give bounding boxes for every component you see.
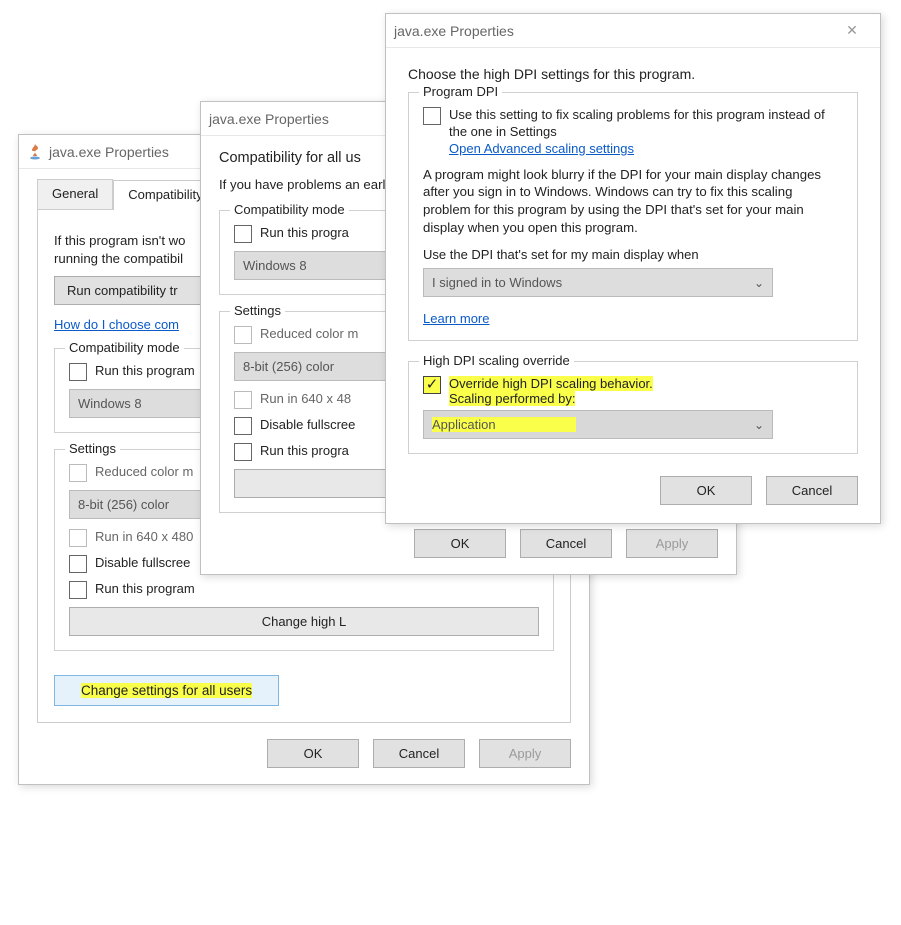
use-setting-label: Use this setting to fix scaling problems… (449, 107, 843, 141)
titlebar[interactable]: java.exe Properties ✕ (386, 14, 880, 48)
disable-fullscreen-label: Disable fullscree (260, 417, 355, 432)
run640-checkbox (69, 529, 87, 547)
compat-os-value: Windows 8 (78, 396, 142, 411)
disable-fullscreen-checkbox[interactable] (69, 555, 87, 573)
cancel-button[interactable]: Cancel (520, 529, 612, 558)
override-checkbox[interactable] (423, 376, 441, 394)
run-as-admin-label: Run this program (95, 581, 195, 596)
run640-checkbox (234, 391, 252, 409)
compat-os-value: Windows 8 (243, 258, 307, 273)
title-text: java.exe Properties (49, 144, 169, 160)
use-dpi-label: Use the DPI that's set for my main displ… (423, 247, 843, 262)
run-as-admin-checkbox[interactable] (69, 581, 87, 599)
title-text: java.exe Properties (209, 111, 329, 127)
scaling-select[interactable]: Application (423, 410, 773, 439)
settings-legend: Settings (65, 441, 120, 456)
scaling-value: Application (432, 417, 576, 432)
high-dpi-dialog: java.exe Properties ✕ Choose the high DP… (385, 13, 881, 524)
ok-button[interactable]: OK (414, 529, 506, 558)
compat-mode-checkbox[interactable] (69, 363, 87, 381)
disable-fullscreen-checkbox[interactable] (234, 417, 252, 435)
compat-mode-legend: Compatibility mode (230, 202, 349, 217)
reduced-color-checkbox (234, 326, 252, 344)
override-line2: Scaling performed by: (449, 391, 575, 406)
when-signed-value: I signed in to Windows (432, 275, 562, 290)
program-dpi-legend: Program DPI (419, 84, 502, 99)
color-value: 8-bit (256) color (243, 359, 334, 374)
compat-mode-label: Run this program (95, 363, 195, 378)
change-highdpi-button[interactable]: Change high L (69, 607, 539, 636)
program-dpi-group: Program DPI Use this setting to fix scal… (408, 92, 858, 341)
apply-button: Apply (479, 739, 571, 768)
open-advanced-link[interactable]: Open Advanced scaling settings (449, 141, 843, 158)
change-settings-all-users-label: Change settings for all users (81, 683, 252, 698)
override-group: High DPI scaling override Override high … (408, 361, 858, 454)
run640-label: Run in 640 x 48 (260, 391, 351, 406)
compat-mode-checkbox[interactable] (234, 225, 252, 243)
override-legend: High DPI scaling override (419, 353, 574, 368)
run640-label: Run in 640 x 480 (95, 529, 193, 544)
reduced-color-checkbox (69, 464, 87, 482)
ok-button[interactable]: OK (267, 739, 359, 768)
run-as-admin-checkbox[interactable] (234, 443, 252, 461)
java-icon (27, 144, 43, 160)
learn-more-link[interactable]: Learn more (423, 311, 489, 326)
compat-mode-legend: Compatibility mode (65, 340, 184, 355)
compat-os-select: Windows 8 (234, 251, 404, 280)
reduced-color-label: Reduced color m (260, 326, 358, 341)
color-select: 8-bit (256) color (234, 352, 404, 381)
blurry-text: A program might look blurry if the DPI f… (423, 166, 843, 237)
chevron-down-icon (754, 417, 764, 432)
use-setting-checkbox[interactable] (423, 107, 441, 125)
disable-fullscreen-label: Disable fullscree (95, 555, 190, 570)
ok-button[interactable]: OK (660, 476, 752, 505)
override-line1: Override high DPI scaling behavior. (449, 376, 653, 391)
close-icon[interactable]: ✕ (832, 22, 872, 39)
settings-legend: Settings (230, 303, 285, 318)
run-as-admin-label: Run this progra (260, 443, 349, 458)
choose-heading: Choose the high DPI settings for this pr… (408, 66, 858, 82)
cancel-button[interactable]: Cancel (373, 739, 465, 768)
reduced-color-label: Reduced color m (95, 464, 193, 479)
cancel-button[interactable]: Cancel (766, 476, 858, 505)
compat-mode-label: Run this progra (260, 225, 349, 240)
color-value: 8-bit (256) color (78, 497, 169, 512)
title-text: java.exe Properties (394, 23, 514, 39)
change-settings-all-users-button[interactable]: Change settings for all users (54, 675, 279, 706)
apply-button: Apply (626, 529, 718, 558)
tab-general[interactable]: General (37, 179, 113, 209)
when-signed-select: I signed in to Windows (423, 268, 773, 297)
chevron-down-icon (754, 275, 764, 290)
